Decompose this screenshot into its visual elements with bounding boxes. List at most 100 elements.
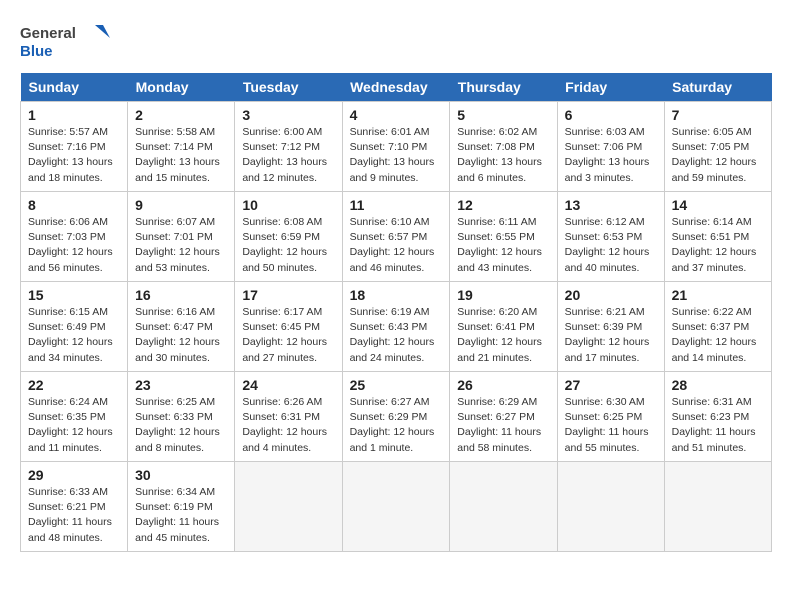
day-info: Sunrise: 6:11 AMSunset: 6:55 PMDaylight:… — [457, 215, 549, 276]
calendar-cell: 16 Sunrise: 6:16 AMSunset: 6:47 PMDayligh… — [128, 282, 235, 372]
day-info: Sunrise: 6:24 AMSunset: 6:35 PMDaylight:… — [28, 395, 120, 456]
calendar-cell: 10 Sunrise: 6:08 AMSunset: 6:59 PMDayligh… — [235, 192, 342, 282]
day-number: 3 — [242, 107, 334, 123]
calendar-cell: 28 Sunrise: 6:31 AMSunset: 6:23 PMDayligh… — [664, 372, 771, 462]
day-info: Sunrise: 6:10 AMSunset: 6:57 PMDaylight:… — [350, 215, 443, 276]
day-info: Sunrise: 6:34 AMSunset: 6:19 PMDaylight:… — [135, 485, 227, 546]
calendar-cell: 19 Sunrise: 6:20 AMSunset: 6:41 PMDayligh… — [450, 282, 557, 372]
svg-text:Blue: Blue — [20, 43, 53, 60]
day-info: Sunrise: 6:33 AMSunset: 6:21 PMDaylight:… — [28, 485, 120, 546]
day-number: 1 — [28, 107, 120, 123]
calendar-cell — [342, 462, 450, 552]
day-info: Sunrise: 6:19 AMSunset: 6:43 PMDaylight:… — [350, 305, 443, 366]
calendar-cell — [664, 462, 771, 552]
day-number: 21 — [672, 287, 764, 303]
day-number: 27 — [565, 377, 657, 393]
day-number: 14 — [672, 197, 764, 213]
day-number: 10 — [242, 197, 334, 213]
calendar-cell: 7 Sunrise: 6:05 AMSunset: 7:05 PMDaylight… — [664, 102, 771, 192]
calendar-cell: 21Sunrise: 6:22 AMSunset: 6:37 PMDayligh… — [664, 282, 771, 372]
day-info: Sunrise: 6:31 AMSunset: 6:23 PMDaylight:… — [672, 395, 764, 456]
calendar-cell — [557, 462, 664, 552]
col-header-monday: Monday — [128, 73, 235, 102]
day-info: Sunrise: 6:03 AMSunset: 7:06 PMDaylight:… — [565, 125, 657, 186]
col-header-friday: Friday — [557, 73, 664, 102]
day-number: 22 — [28, 377, 120, 393]
calendar-cell: 11 Sunrise: 6:10 AMSunset: 6:57 PMDayligh… — [342, 192, 450, 282]
logo-svg: General Blue — [20, 20, 110, 65]
day-number: 25 — [350, 377, 443, 393]
day-number: 24 — [242, 377, 334, 393]
day-number: 8 — [28, 197, 120, 213]
day-number: 6 — [565, 107, 657, 123]
calendar-cell: 3 Sunrise: 6:00 AMSunset: 7:12 PMDaylight… — [235, 102, 342, 192]
day-info: Sunrise: 6:02 AMSunset: 7:08 PMDaylight:… — [457, 125, 549, 186]
day-info: Sunrise: 6:01 AMSunset: 7:10 PMDaylight:… — [350, 125, 443, 186]
day-info: Sunrise: 6:12 AMSunset: 6:53 PMDaylight:… — [565, 215, 657, 276]
day-number: 5 — [457, 107, 549, 123]
day-number: 16 — [135, 287, 227, 303]
day-number: 15 — [28, 287, 120, 303]
calendar-cell: 6 Sunrise: 6:03 AMSunset: 7:06 PMDaylight… — [557, 102, 664, 192]
day-info: Sunrise: 6:14 AMSunset: 6:51 PMDaylight:… — [672, 215, 764, 276]
day-info: Sunrise: 6:25 AMSunset: 6:33 PMDaylight:… — [135, 395, 227, 456]
day-info: Sunrise: 6:07 AMSunset: 7:01 PMDaylight:… — [135, 215, 227, 276]
day-number: 4 — [350, 107, 443, 123]
day-number: 29 — [28, 467, 120, 483]
day-number: 17 — [242, 287, 334, 303]
calendar-cell: 20 Sunrise: 6:21 AMSunset: 6:39 PMDayligh… — [557, 282, 664, 372]
calendar-cell: 23 Sunrise: 6:25 AMSunset: 6:33 PMDayligh… — [128, 372, 235, 462]
day-number: 18 — [350, 287, 443, 303]
logo: General Blue — [20, 20, 110, 65]
calendar-cell: 25Sunrise: 6:27 AMSunset: 6:29 PMDayligh… — [342, 372, 450, 462]
day-number: 26 — [457, 377, 549, 393]
calendar-cell: 5 Sunrise: 6:02 AMSunset: 7:08 PMDaylight… — [450, 102, 557, 192]
calendar-cell: 15 Sunrise: 6:15 AMSunset: 6:49 PMDayligh… — [21, 282, 128, 372]
calendar-cell: 12 Sunrise: 6:11 AMSunset: 6:55 PMDayligh… — [450, 192, 557, 282]
calendar-cell: 30 Sunrise: 6:34 AMSunset: 6:19 PMDayligh… — [128, 462, 235, 552]
calendar-cell — [235, 462, 342, 552]
calendar-cell: 9 Sunrise: 6:07 AMSunset: 7:01 PMDaylight… — [128, 192, 235, 282]
day-number: 13 — [565, 197, 657, 213]
col-header-tuesday: Tuesday — [235, 73, 342, 102]
day-number: 2 — [135, 107, 227, 123]
day-info: Sunrise: 6:20 AMSunset: 6:41 PMDaylight:… — [457, 305, 549, 366]
day-number: 7 — [672, 107, 764, 123]
day-info: Sunrise: 6:00 AMSunset: 7:12 PMDaylight:… — [242, 125, 334, 186]
calendar-cell — [450, 462, 557, 552]
day-info: Sunrise: 6:26 AMSunset: 6:31 PMDaylight:… — [242, 395, 334, 456]
col-header-sunday: Sunday — [21, 73, 128, 102]
day-number: 20 — [565, 287, 657, 303]
col-header-wednesday: Wednesday — [342, 73, 450, 102]
calendar-cell: 18 Sunrise: 6:19 AMSunset: 6:43 PMDayligh… — [342, 282, 450, 372]
day-number: 28 — [672, 377, 764, 393]
day-info: Sunrise: 6:29 AMSunset: 6:27 PMDaylight:… — [457, 395, 549, 456]
day-info: Sunrise: 6:05 AMSunset: 7:05 PMDaylight:… — [672, 125, 764, 186]
calendar-cell: 24 Sunrise: 6:26 AMSunset: 6:31 PMDayligh… — [235, 372, 342, 462]
day-number: 11 — [350, 197, 443, 213]
day-info: Sunrise: 6:16 AMSunset: 6:47 PMDaylight:… — [135, 305, 227, 366]
day-info: Sunrise: 6:15 AMSunset: 6:49 PMDaylight:… — [28, 305, 120, 366]
calendar-cell: 14 Sunrise: 6:14 AMSunset: 6:51 PMDayligh… — [664, 192, 771, 282]
calendar-cell: 4 Sunrise: 6:01 AMSunset: 7:10 PMDaylight… — [342, 102, 450, 192]
calendar-table: SundayMondayTuesdayWednesdayThursdayFrid… — [20, 73, 772, 552]
day-number: 23 — [135, 377, 227, 393]
day-number: 9 — [135, 197, 227, 213]
calendar-cell: 26 Sunrise: 6:29 AMSunset: 6:27 PMDayligh… — [450, 372, 557, 462]
day-number: 19 — [457, 287, 549, 303]
day-info: Sunrise: 6:06 AMSunset: 7:03 PMDaylight:… — [28, 215, 120, 276]
col-header-thursday: Thursday — [450, 73, 557, 102]
day-info: Sunrise: 5:58 AMSunset: 7:14 PMDaylight:… — [135, 125, 227, 186]
calendar-cell: 27 Sunrise: 6:30 AMSunset: 6:25 PMDayligh… — [557, 372, 664, 462]
calendar-cell: 17Sunrise: 6:17 AMSunset: 6:45 PMDayligh… — [235, 282, 342, 372]
day-info: Sunrise: 6:21 AMSunset: 6:39 PMDaylight:… — [565, 305, 657, 366]
calendar-cell: 1 Sunrise: 5:57 AMSunset: 7:16 PMDaylight… — [21, 102, 128, 192]
day-info: Sunrise: 6:30 AMSunset: 6:25 PMDaylight:… — [565, 395, 657, 456]
col-header-saturday: Saturday — [664, 73, 771, 102]
day-number: 30 — [135, 467, 227, 483]
day-info: Sunrise: 5:57 AMSunset: 7:16 PMDaylight:… — [28, 125, 120, 186]
day-number: 12 — [457, 197, 549, 213]
day-info: Sunrise: 6:08 AMSunset: 6:59 PMDaylight:… — [242, 215, 334, 276]
calendar-cell: 22 Sunrise: 6:24 AMSunset: 6:35 PMDayligh… — [21, 372, 128, 462]
calendar-cell: 29 Sunrise: 6:33 AMSunset: 6:21 PMDayligh… — [21, 462, 128, 552]
